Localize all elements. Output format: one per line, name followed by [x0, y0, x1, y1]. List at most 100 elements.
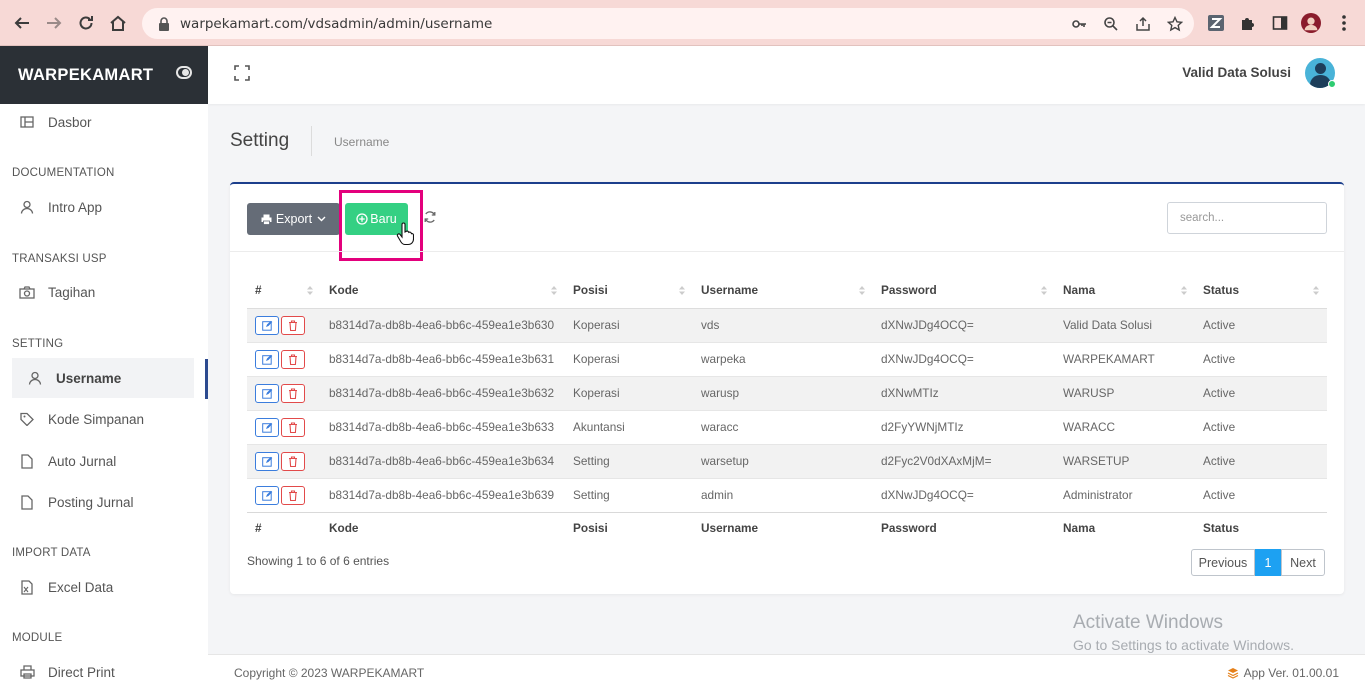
table-row: b8314d7a-db8b-4ea6-bb6c-459ea1e3b631 Kope… — [247, 341, 1327, 376]
column-header-password[interactable]: Password — [873, 272, 1055, 309]
forward-icon[interactable] — [43, 12, 65, 34]
sidebar-item-excel-data[interactable]: Excel Data — [12, 567, 194, 607]
sidebar-item-tagihan[interactable]: Tagihan — [12, 272, 194, 312]
edit-button[interactable] — [255, 485, 279, 505]
profile-avatar-icon[interactable] — [1301, 13, 1321, 33]
delete-button[interactable] — [281, 451, 305, 471]
side-panel-icon[interactable] — [1270, 13, 1290, 33]
sidebar-item-username[interactable]: Username — [12, 358, 194, 398]
row-actions — [247, 477, 321, 512]
column-header-status[interactable]: Status — [1195, 272, 1327, 309]
column-header-nama[interactable]: Nama — [1055, 272, 1195, 309]
cell-kode: b8314d7a-db8b-4ea6-bb6c-459ea1e3b630 — [321, 307, 565, 342]
username-table: # Kode Posisi Username Password Nama Sta… — [247, 272, 1327, 544]
cell-kode: b8314d7a-db8b-4ea6-bb6c-459ea1e3b632 — [321, 375, 565, 410]
cell-status: Active — [1195, 375, 1327, 410]
sidebar-item-label: Posting Jurnal — [48, 494, 134, 510]
edit-button[interactable] — [255, 383, 279, 403]
sidebar-item-label: Auto Jurnal — [48, 453, 117, 469]
cell-username: warsetup — [693, 443, 873, 478]
table-row: b8314d7a-db8b-4ea6-bb6c-459ea1e3b630 Kope… — [247, 307, 1327, 342]
trash-icon — [289, 387, 297, 399]
column-header-kode[interactable]: Kode — [321, 272, 565, 309]
trash-icon — [289, 455, 297, 467]
app-version: App Ver. 01.00.01 — [1227, 666, 1339, 680]
trash-icon — [289, 353, 297, 365]
row-actions — [247, 307, 321, 342]
windows-activation-watermark: Activate Windows Go to Settings to activ… — [1073, 612, 1294, 653]
fullscreen-icon[interactable] — [233, 64, 251, 82]
refresh-icon[interactable] — [423, 210, 437, 224]
delete-button[interactable] — [281, 315, 305, 335]
home-icon[interactable] — [107, 12, 129, 34]
cell-nama: WARUSP — [1055, 375, 1195, 410]
export-button[interactable]: Export — [247, 203, 340, 235]
cell-kode: b8314d7a-db8b-4ea6-bb6c-459ea1e3b631 — [321, 341, 565, 376]
delete-button[interactable] — [281, 349, 305, 369]
sidebar-item-label: Intro App — [48, 199, 103, 215]
data-card: Export Baru # Kode Posisi Username Passw… — [230, 182, 1344, 594]
column-header-posisi[interactable]: Posisi — [565, 272, 693, 309]
column-header-number[interactable]: # — [247, 272, 321, 309]
back-icon[interactable] — [11, 12, 33, 34]
share-icon[interactable] — [1134, 15, 1152, 33]
user-name[interactable]: Valid Data Solusi — [1182, 65, 1291, 80]
delete-button[interactable] — [281, 417, 305, 437]
extensions-puzzle-icon[interactable] — [1238, 13, 1258, 33]
zoom-icon[interactable] — [1102, 15, 1120, 33]
delete-button[interactable] — [281, 485, 305, 505]
cell-nama: WARACC — [1055, 409, 1195, 444]
cell-password: d2FyYWNjMTIz — [873, 409, 1055, 444]
edit-button[interactable] — [255, 451, 279, 471]
column-header-username[interactable]: Username — [693, 272, 873, 309]
cell-password: dXNwJDg4OCQ= — [873, 341, 1055, 376]
pagination-page-1[interactable]: 1 — [1255, 549, 1281, 576]
bookmark-star-icon[interactable] — [1166, 15, 1184, 33]
cell-posisi: Setting — [565, 477, 693, 512]
edit-button[interactable] — [255, 417, 279, 437]
sidebar-toggle-icon[interactable] — [176, 66, 192, 79]
search-input[interactable] — [1167, 202, 1327, 234]
brand-name: WARPEKAMART — [18, 65, 154, 84]
edit-icon — [261, 388, 272, 399]
key-icon[interactable] — [1070, 15, 1088, 33]
delete-button[interactable] — [281, 383, 305, 403]
chevron-down-icon — [317, 216, 326, 222]
edit-button[interactable] — [255, 315, 279, 335]
cell-kode: b8314d7a-db8b-4ea6-bb6c-459ea1e3b633 — [321, 409, 565, 444]
dashboard-icon — [18, 113, 36, 131]
cell-nama: Administrator — [1055, 477, 1195, 512]
sidebar-item-label: Username — [56, 370, 122, 386]
edit-icon — [261, 354, 272, 365]
table-row: b8314d7a-db8b-4ea6-bb6c-459ea1e3b634 Sett… — [247, 443, 1327, 478]
user-icon — [26, 369, 44, 387]
section-import-data: IMPORT DATA — [12, 547, 91, 559]
active-indicator — [205, 359, 208, 399]
cell-status: Active — [1195, 477, 1327, 512]
sidebar-item-dasbor[interactable]: Dasbor — [12, 102, 194, 142]
extension-z-icon[interactable] — [1206, 13, 1226, 33]
sidebar-item-posting-jurnal[interactable]: Posting Jurnal — [12, 482, 194, 522]
trash-icon — [289, 489, 297, 501]
sidebar-item-kode-simpanan[interactable]: Kode Simpanan — [12, 399, 194, 439]
sidebar-item-auto-jurnal[interactable]: Auto Jurnal — [12, 441, 194, 481]
footer-column-kode: Kode — [321, 511, 565, 544]
reload-icon[interactable] — [75, 12, 97, 34]
pagination-next[interactable]: Next — [1281, 549, 1325, 576]
cell-password: dXNwJDg4OCQ= — [873, 307, 1055, 342]
section-transaksi-usp: TRANSAKSI USP — [12, 253, 107, 265]
cell-username: vds — [693, 307, 873, 342]
footer-column-posisi: Posisi — [565, 511, 693, 544]
sidebar-item-direct-print[interactable]: Direct Print — [12, 652, 194, 690]
cell-kode: b8314d7a-db8b-4ea6-bb6c-459ea1e3b639 — [321, 477, 565, 512]
copyright-text: Copyright © 2023 WARPEKAMART — [234, 666, 425, 680]
pagination-previous[interactable]: Previous — [1191, 549, 1255, 576]
address-bar[interactable]: warpekamart.com/vdsadmin/admin/username — [142, 8, 1194, 39]
footer-column-username: Username — [693, 511, 873, 544]
sidebar-item-intro-app[interactable]: Intro App — [12, 187, 194, 227]
cell-status: Active — [1195, 443, 1327, 478]
edit-button[interactable] — [255, 349, 279, 369]
cell-password: d2Fyc2V0dXAxMjM= — [873, 443, 1055, 478]
camera-icon — [18, 283, 36, 301]
browser-menu-icon[interactable] — [1334, 13, 1354, 33]
